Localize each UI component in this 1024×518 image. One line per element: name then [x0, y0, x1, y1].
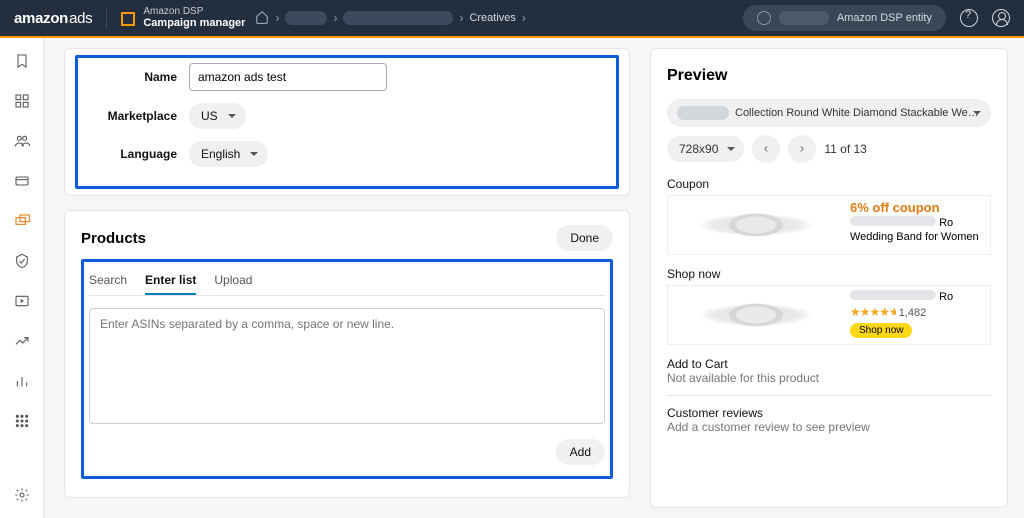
preview-card: Preview Collection Round White Diamond S… [650, 48, 1008, 508]
home-icon[interactable] [255, 10, 269, 27]
tab-search[interactable]: Search [89, 267, 127, 295]
name-input[interactable] [189, 63, 387, 91]
entity-label: Amazon DSP entity [837, 12, 932, 24]
products-card: Products Done Search Enter list Upload A… [64, 210, 630, 498]
star-rating-icon: ★★★★★ [850, 305, 896, 319]
audience-icon[interactable] [13, 132, 31, 150]
side-rail [0, 38, 44, 518]
divider [106, 7, 107, 29]
top-bar: amazonads Amazon DSP Campaign manager › … [0, 0, 1024, 38]
apps-icon[interactable] [13, 412, 31, 430]
name-row: Name [85, 63, 609, 91]
language-value[interactable]: English [189, 141, 268, 167]
language-label: Language [85, 147, 189, 161]
report-icon[interactable] [13, 372, 31, 390]
breadcrumb-redacted[interactable] [285, 11, 327, 25]
breadcrumb: › › › Creatives › [255, 10, 525, 27]
pager-text: 11 of 13 [824, 142, 866, 156]
logo-suffix: ads [69, 10, 92, 27]
prev-button[interactable] [752, 135, 780, 163]
asin-redacted [677, 106, 729, 120]
chevron-right-icon: › [522, 11, 526, 25]
ring-icon [729, 304, 783, 327]
asin-textarea[interactable] [89, 308, 605, 424]
tab-upload[interactable]: Upload [214, 267, 252, 295]
text-suffix: Ro [939, 217, 953, 229]
coupon-line2: Wedding Band for Women [850, 231, 984, 245]
ad-preview-coupon: 6% off coupon Ro Wedding Band for Women [667, 195, 991, 255]
products-heading: Products [81, 230, 146, 247]
chevron-right-icon: › [333, 11, 337, 25]
settings-highlight: Name Marketplace US Language English [75, 55, 619, 189]
size-value: 728x90 [679, 142, 718, 156]
next-button[interactable] [788, 135, 816, 163]
redacted-text [850, 290, 936, 300]
language-select[interactable]: English [189, 141, 268, 167]
language-row: Language English [85, 141, 609, 167]
globe-icon [757, 11, 771, 25]
bookmark-icon[interactable] [13, 52, 31, 70]
marketplace-row: Marketplace US [85, 103, 609, 129]
play-icon[interactable] [13, 292, 31, 310]
help-icon[interactable] [960, 9, 978, 27]
dsp-square-icon [121, 12, 135, 26]
done-button[interactable]: Done [556, 225, 613, 251]
asin-selector[interactable]: Collection Round White Diamond Stackable… [667, 99, 991, 127]
breadcrumb-creatives[interactable]: Creatives [469, 12, 515, 24]
reviews-sub: Add a customer review to see preview [667, 420, 991, 434]
add-button[interactable]: Add [556, 439, 605, 465]
marketplace-label: Marketplace [85, 109, 189, 123]
preview-heading: Preview [667, 67, 991, 85]
addtocart-label: Add to Cart [667, 357, 991, 371]
marketplace-value[interactable]: US [189, 103, 246, 129]
products-highlight: Search Enter list Upload Add [81, 259, 613, 479]
redacted-text [850, 216, 936, 226]
creative-settings-card: Name Marketplace US Language English [64, 48, 630, 196]
chevron-right-icon: › [275, 11, 279, 25]
trend-icon[interactable] [13, 332, 31, 350]
shopnow-label: Shop now [667, 267, 991, 281]
size-selector[interactable]: 728x90 [667, 136, 744, 162]
account-icon[interactable] [992, 9, 1010, 27]
coupon-label: Coupon [667, 177, 991, 191]
ad-image [668, 286, 844, 344]
product-tabs: Search Enter list Upload [89, 267, 605, 296]
amazon-ads-logo: amazonads [14, 10, 92, 27]
card-icon[interactable] [13, 172, 31, 190]
ad-preview-shopnow: Ro ★★★★★ 1,482 Shop now [667, 285, 991, 345]
breadcrumb-redacted[interactable] [343, 11, 453, 25]
entity-selector[interactable]: Amazon DSP entity [743, 5, 946, 31]
marketplace-select[interactable]: US [189, 103, 246, 129]
coupon-headline: 6% off coupon [850, 200, 984, 216]
tab-enter-list[interactable]: Enter list [145, 267, 196, 295]
shop-now-button[interactable]: Shop now [850, 323, 912, 338]
app-name: Campaign manager [143, 17, 245, 29]
entity-redacted [779, 11, 829, 25]
logo-main: amazon [14, 10, 68, 27]
settings-icon[interactable] [13, 486, 31, 504]
shield-icon[interactable] [13, 252, 31, 270]
product-name: Amazon DSP [143, 6, 245, 17]
reviews-label: Customer reviews [667, 406, 991, 420]
ring-icon [729, 214, 783, 237]
dashboard-icon[interactable] [13, 92, 31, 110]
creative-icon[interactable] [13, 212, 31, 230]
addtocart-sub: Not available for this product [667, 371, 991, 385]
app-title: Amazon DSP Campaign manager [143, 6, 245, 29]
chevron-right-icon: › [459, 11, 463, 25]
review-count: 1,482 [899, 307, 927, 319]
main-content: Name Marketplace US Language English [44, 38, 1024, 518]
name-label: Name [85, 70, 189, 84]
ad-image [668, 196, 844, 254]
asin-text: Collection Round White Diamond Stackable… [735, 107, 981, 119]
separator [667, 395, 991, 396]
text-suffix: Ro [939, 291, 953, 303]
